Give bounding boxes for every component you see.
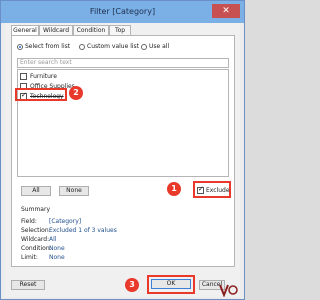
item-label: Furniture — [30, 73, 57, 80]
filter-dialog: Filter [Category] ✕ General Wildcard Con… — [0, 0, 245, 300]
tab-condition[interactable]: Condition — [73, 25, 109, 35]
summary-value: None — [49, 254, 65, 261]
summary-value: Excluded 1 of 3 values — [49, 227, 117, 234]
radio-use-all[interactable] — [141, 44, 147, 50]
value-list: Furniture Office Supplies Technology — [17, 69, 229, 177]
ok-button[interactable]: OK — [151, 279, 191, 289]
logo-watermark-icon — [219, 283, 241, 298]
radio-label: Custom value list — [87, 43, 140, 50]
select-all-button[interactable]: All — [21, 186, 51, 196]
summary-value: All — [49, 236, 57, 243]
tab-wildcard[interactable]: Wildcard — [39, 25, 73, 35]
tab-top[interactable]: Top — [109, 25, 131, 35]
radio-select-from-list[interactable] — [17, 44, 23, 50]
close-icon: ✕ — [222, 6, 230, 16]
summary-key: Selection: — [21, 227, 51, 234]
exclude-checkbox[interactable] — [197, 185, 204, 194]
radio-custom-value-list[interactable] — [79, 44, 85, 50]
step-marker-1: 1 — [167, 182, 181, 196]
highlight-technology — [15, 88, 67, 101]
step-marker-2: 2 — [69, 86, 83, 100]
title-bar: Filter [Category] ✕ — [1, 1, 244, 23]
summary-key: Field: — [21, 218, 37, 225]
summary-key: Condition: — [21, 245, 52, 252]
summary-value: [Category] — [49, 218, 82, 225]
radio-label: Use all — [149, 43, 170, 50]
summary-value: None — [49, 245, 65, 252]
select-none-button[interactable]: None — [59, 186, 89, 196]
search-input[interactable]: Enter search text — [17, 58, 229, 68]
reset-button[interactable]: Reset — [11, 280, 45, 290]
exclude-label: Exclude — [206, 187, 230, 194]
close-button[interactable]: ✕ — [212, 4, 240, 18]
summary-heading: Summary — [21, 206, 50, 213]
step-marker-3: 3 — [125, 278, 139, 292]
summary-key: Wildcard: — [21, 236, 50, 243]
dialog-title: Filter [Category] — [89, 7, 156, 16]
summary-key: Limit: — [21, 254, 38, 261]
radio-label: Select from list — [25, 43, 71, 50]
exclude-option[interactable]: Exclude — [197, 185, 230, 196]
checkbox[interactable] — [20, 73, 27, 80]
